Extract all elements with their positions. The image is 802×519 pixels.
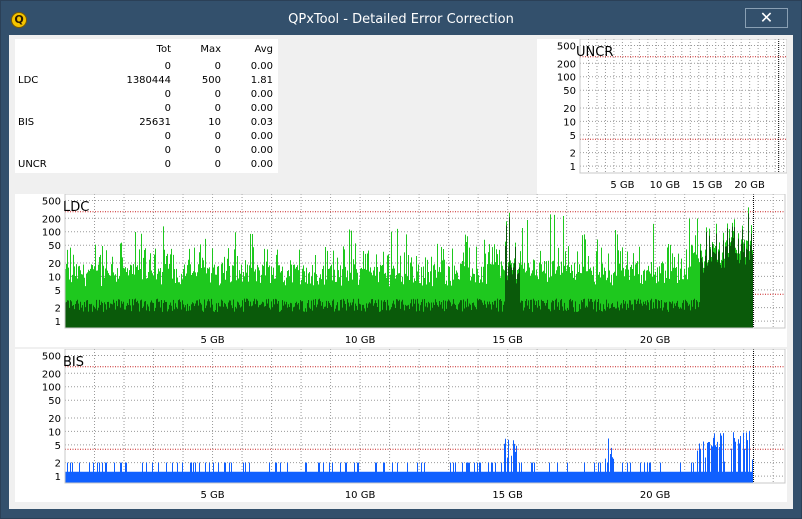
x-tick-label: 20 GB <box>734 180 765 191</box>
x-tick-label: 5 GB <box>610 180 634 191</box>
x-tick-label: 15 GB <box>492 490 523 501</box>
bis-data-series <box>65 430 753 483</box>
x-tick-label: 20 GB <box>640 335 671 346</box>
uncr-chart: 1 2 5 10 20 50 100 200 500 5 GB 10 GB 15 GB 20 GB UN… <box>537 39 787 195</box>
x-tick-label: 10 GB <box>345 490 376 501</box>
row-avg: 1.81 <box>250 75 273 86</box>
row-max: 0 <box>214 145 221 156</box>
stats-row: 0 0 0.00 <box>15 131 278 145</box>
x-tick-label: 15 GB <box>492 335 523 346</box>
row-avg: 0.03 <box>250 117 273 128</box>
row-max: 0 <box>214 131 221 142</box>
stats-row: BIS 25631 10 0.03 <box>15 117 278 131</box>
row-avg: 0.00 <box>250 89 273 100</box>
x-tick-label: 5 GB <box>200 335 224 346</box>
ldc-chart: 1 2 5 10 20 50 100 200 500 5 GB 10 GB 15 GB 20 GB LD… <box>15 194 787 347</box>
uncr-chart-svg: 1 2 5 10 20 50 100 200 500 5 GB 10 GB 15 GB 20 GB <box>557 39 787 191</box>
row-avg: 0.00 <box>250 131 273 142</box>
app-window: Q QPxTool - Detailed Error Correction ✕ … <box>0 0 802 519</box>
y-tick-label: 200 <box>42 214 61 225</box>
y-tick-label: 100 <box>42 383 61 394</box>
row-max: 0 <box>214 89 221 100</box>
stats-row: 0 0 0.00 <box>15 89 278 103</box>
client-area: Tot Max Avg 0 0 0.00 LDC 1380444 500 1.8… <box>9 35 793 509</box>
y-tick-label: 2 <box>55 304 61 315</box>
title-bar[interactable]: Q QPxTool - Detailed Error Correction ✕ <box>1 1 801 37</box>
row-tot: 0 <box>164 145 171 156</box>
y-tick-label: 5 <box>570 131 576 142</box>
ldc-data-series <box>65 207 753 328</box>
y-tick-label: 500 <box>42 197 61 208</box>
y-tick-label: 100 <box>42 228 61 239</box>
y-tick-label: 10 <box>563 117 576 128</box>
row-avg: 0.00 <box>250 159 273 170</box>
row-max: 0 <box>214 61 221 72</box>
bis-chart: 1 2 5 10 20 50 100 200 500 5 GB 10 GB 15 GB 20 GB BI… <box>15 349 787 502</box>
x-tick-label: 20 GB <box>640 490 671 501</box>
stats-row: 0 0 0.00 <box>15 145 278 159</box>
x-tick-label: 15 GB <box>692 180 723 191</box>
row-max: 500 <box>201 75 221 86</box>
y-tick-label: 200 <box>42 369 61 380</box>
header-max: Max <box>200 44 221 55</box>
stats-header-row: Tot Max Avg <box>15 44 278 58</box>
y-tick-label: 10 <box>48 272 61 283</box>
y-tick-label: 20 <box>563 104 576 115</box>
row-avg: 0.00 <box>250 61 273 72</box>
y-tick-label: 1 <box>55 472 61 483</box>
y-tick-label: 2 <box>570 149 576 160</box>
stats-row: 0 0 0.00 <box>15 61 278 75</box>
y-tick-label: 100 <box>557 73 576 84</box>
window-title: QPxTool - Detailed Error Correction <box>288 12 514 27</box>
bis-chart-title: BIS <box>63 355 85 370</box>
row-tot: 0 <box>164 89 171 100</box>
y-tick-label: 500 <box>557 42 576 53</box>
row-tot: 0 <box>164 131 171 142</box>
row-tot: 25631 <box>139 117 171 128</box>
ldc-chart-svg: 1 2 5 10 20 50 100 200 500 5 GB 10 GB 15 GB 20 GB <box>42 194 786 346</box>
y-tick-label: 5 <box>55 286 61 297</box>
y-tick-label: 20 <box>48 414 61 425</box>
row-label: LDC <box>18 75 39 86</box>
row-tot: 0 <box>164 61 171 72</box>
row-tot: 1380444 <box>126 75 171 86</box>
stats-table: Tot Max Avg 0 0 0.00 LDC 1380444 500 1.8… <box>15 39 278 173</box>
header-avg: Avg <box>254 44 273 55</box>
row-tot: 0 <box>164 159 171 170</box>
y-tick-label: 500 <box>42 352 61 363</box>
close-button[interactable]: ✕ <box>745 8 788 28</box>
stats-row: 0 0 0.00 <box>15 103 278 117</box>
y-tick-label: 50 <box>563 86 576 97</box>
row-max: 0 <box>214 103 221 114</box>
stats-row: LDC 1380444 500 1.81 <box>15 75 278 89</box>
y-tick-label: 5 <box>55 441 61 452</box>
x-tick-label: 10 GB <box>345 335 376 346</box>
stats-row: UNCR 0 0 0.00 <box>15 159 278 173</box>
row-tot: 0 <box>164 103 171 114</box>
y-tick-label: 10 <box>48 427 61 438</box>
ldc-chart-title: LDC <box>63 200 90 215</box>
header-tot: Tot <box>156 44 171 55</box>
y-tick-label: 1 <box>55 317 61 328</box>
row-avg: 0.00 <box>250 145 273 156</box>
row-label: BIS <box>18 117 35 128</box>
row-max: 0 <box>214 159 221 170</box>
y-tick-label: 20 <box>48 259 61 270</box>
y-tick-label: 200 <box>557 59 576 70</box>
row-max: 10 <box>208 117 221 128</box>
y-tick-label: 1 <box>570 162 576 173</box>
y-tick-label: 50 <box>48 241 61 252</box>
x-tick-label: 10 GB <box>650 180 681 191</box>
uncr-chart-title: UNCR <box>576 45 614 60</box>
y-tick-label: 50 <box>48 396 61 407</box>
y-tick-label: 2 <box>55 459 61 470</box>
row-label: UNCR <box>18 159 47 170</box>
row-avg: 0.00 <box>250 103 273 114</box>
bis-chart-svg: 1 2 5 10 20 50 100 200 500 5 GB 10 GB 15 GB 20 GB <box>42 349 786 501</box>
x-tick-label: 5 GB <box>200 490 224 501</box>
